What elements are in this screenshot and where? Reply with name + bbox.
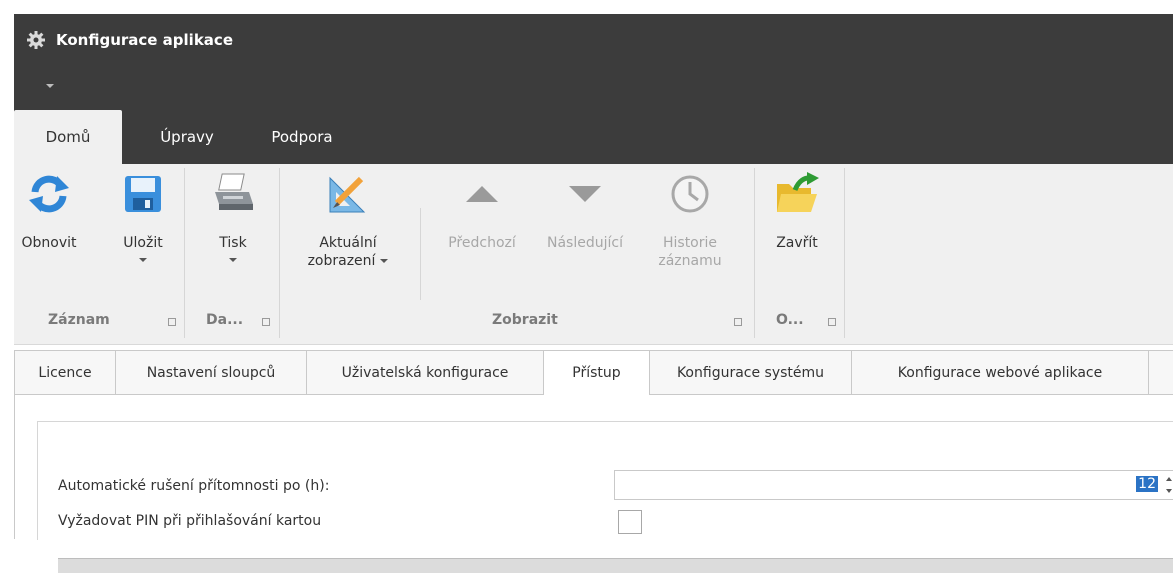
save-label: Uložit <box>123 235 163 251</box>
arrow-up-icon <box>466 186 498 202</box>
group-launcher-icon[interactable] <box>734 318 742 326</box>
window-title-text: Konfigurace aplikace <box>56 31 233 49</box>
print-label: Tisk <box>219 235 247 251</box>
auto-cancel-hours-input[interactable]: 12 <box>614 470 1173 500</box>
spin-up-icon[interactable] <box>1166 477 1172 481</box>
spin-down-icon[interactable] <box>1166 489 1172 493</box>
group-label-view: Zobrazit <box>492 312 558 328</box>
refresh-label: Obnovit <box>21 235 77 251</box>
auto-cancel-value: 12 <box>1136 476 1158 492</box>
group-separator <box>420 208 421 300</box>
window-title: Konfigurace aplikace <box>26 28 233 52</box>
folder-exit-icon <box>777 172 819 212</box>
refresh-button[interactable]: Obnovit <box>14 170 84 252</box>
ribbon: Obnovit Uložit Tisk Aktuální zobrazení P… <box>14 164 1173 345</box>
next-button[interactable]: Následující <box>536 170 634 252</box>
history-label-line2: záznamu <box>658 253 722 269</box>
content-area: Automatické rušení přítomnosti po (h): 1… <box>14 395 1173 573</box>
group-separator <box>184 168 185 338</box>
clock-history-icon <box>671 175 709 213</box>
tab-home[interactable]: Domů <box>14 110 122 164</box>
title-bar: Konfigurace aplikace Domů Úpravy Podpora <box>14 14 1173 164</box>
current-view-label-line1: Aktuální <box>319 235 377 251</box>
previous-button[interactable]: Předchozí <box>432 170 532 252</box>
tab-licence[interactable]: Licence <box>14 350 116 394</box>
spin-buttons[interactable] <box>1164 473 1173 499</box>
tab-access[interactable]: Přístup <box>543 350 650 395</box>
tab-overflow[interactable] <box>1148 350 1173 394</box>
print-button[interactable]: Tisk <box>198 170 268 262</box>
chevron-down-icon <box>139 258 147 262</box>
group-launcher-icon[interactable] <box>828 318 836 326</box>
tab-system-configuration[interactable]: Konfigurace systému <box>649 350 852 394</box>
ribbon-tabs: Domů Úpravy Podpora <box>14 110 352 164</box>
tab-column-settings[interactable]: Nastavení sloupců <box>115 350 307 394</box>
previous-label: Předchozí <box>448 235 516 251</box>
tab-edit[interactable]: Úpravy <box>122 110 252 164</box>
page-tabs: Licence Nastavení sloupců Uživatelská ko… <box>14 350 1173 395</box>
chevron-down-icon <box>380 259 389 263</box>
group-label-other: O... <box>776 312 804 328</box>
current-view-button[interactable]: Aktuální zobrazení <box>292 170 404 270</box>
ruler-pencil-icon <box>329 176 366 213</box>
group-launcher-icon[interactable] <box>168 318 176 326</box>
tab-web-app-configuration[interactable]: Konfigurace webové aplikace <box>851 350 1149 394</box>
refresh-icon <box>29 175 69 213</box>
auto-cancel-label: Automatické rušení přítomnosti po (h): <box>58 478 330 494</box>
history-button[interactable]: Historie záznamu <box>650 170 730 270</box>
require-pin-checkbox[interactable] <box>618 510 642 534</box>
tab-support[interactable]: Podpora <box>252 110 352 164</box>
group-separator <box>754 168 755 338</box>
group-label-record: Záznam <box>48 312 110 328</box>
group-launcher-icon[interactable] <box>262 318 270 326</box>
floppy-disk-icon <box>125 176 161 212</box>
next-label: Následující <box>547 235 623 251</box>
tab-user-configuration[interactable]: Uživatelská konfigurace <box>306 350 544 394</box>
history-label-line1: Historie <box>662 235 718 251</box>
printer-icon <box>215 173 253 210</box>
save-button[interactable]: Uložit <box>110 170 176 262</box>
chevron-down-icon <box>229 258 237 262</box>
gear-icon <box>27 31 45 49</box>
group-label-data: Da... <box>206 312 244 328</box>
close-button[interactable]: Zavřít <box>762 170 832 252</box>
group-header-bar <box>58 558 1173 573</box>
require-pin-label: Vyžadovat PIN při přihlašování kartou <box>58 513 322 529</box>
quick-access-dropdown-icon[interactable] <box>46 84 54 88</box>
group-separator <box>844 168 845 338</box>
access-settings-panel: Automatické rušení přítomnosti po (h): 1… <box>37 421 1173 573</box>
close-label: Zavřít <box>776 235 818 251</box>
arrow-down-icon <box>569 186 601 202</box>
current-view-label-line2: zobrazení <box>307 253 376 269</box>
group-separator <box>279 168 280 338</box>
